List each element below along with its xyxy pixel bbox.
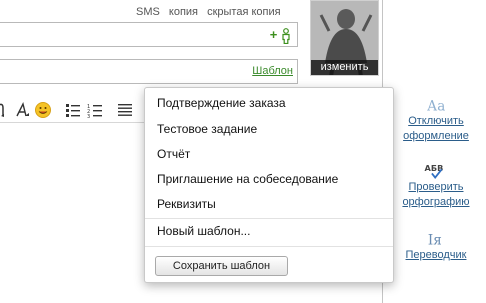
formatting-toolbar: 1 2 3 xyxy=(0,98,150,122)
template-item[interactable]: Подтверждение заказа xyxy=(145,91,393,115)
avatar[interactable]: изменить xyxy=(310,0,379,76)
recipient-options: SMS копия скрытая копия xyxy=(136,6,296,18)
plus-icon: + xyxy=(269,27,278,42)
template-link[interactable]: Шаблон xyxy=(252,65,293,77)
text-format-icon[interactable] xyxy=(0,101,15,119)
menu-divider xyxy=(145,246,393,247)
translator-label[interactable]: Переводчик xyxy=(390,248,482,263)
template-item[interactable]: Реквизиты xyxy=(145,192,393,216)
template-item[interactable]: Отчёт xyxy=(145,142,393,166)
svg-text:3: 3 xyxy=(87,114,90,119)
formatting-icon: Аа xyxy=(427,98,445,114)
disable-formatting-label[interactable]: Отключить оформление xyxy=(390,114,482,144)
align-icon[interactable] xyxy=(116,101,134,119)
subject-field[interactable]: Шаблон xyxy=(0,59,298,84)
translator-icon: Iя xyxy=(428,232,442,248)
disable-formatting-button[interactable]: Аа Отключить оформление xyxy=(390,96,482,144)
bulleted-list-icon[interactable] xyxy=(64,101,82,119)
spellcheck-label[interactable]: Проверить орфографию xyxy=(390,180,482,210)
svg-text:Iя: Iя xyxy=(428,232,442,248)
numbered-list-icon[interactable]: 1 2 3 xyxy=(86,101,104,119)
save-template-button[interactable]: Сохранить шаблон xyxy=(155,256,288,276)
svg-text:Аа: Аа xyxy=(427,98,445,114)
hidden-copy-link[interactable]: скрытая копия xyxy=(207,6,281,18)
person-icon xyxy=(282,27,290,44)
font-style-icon[interactable] xyxy=(14,101,32,119)
emoticon-icon[interactable] xyxy=(34,101,52,119)
new-template-item[interactable]: Новый шаблон... xyxy=(145,219,393,243)
template-item[interactable]: Тестовое задание xyxy=(145,117,393,141)
translator-button[interactable]: Iя Переводчик xyxy=(390,230,482,263)
spellcheck-button[interactable]: АБВ Проверить орфографию xyxy=(390,162,482,210)
template-menu: Подтверждение заказа Тестовое задание От… xyxy=(144,87,394,283)
copy-link[interactable]: копия xyxy=(169,6,198,18)
sms-link[interactable]: SMS xyxy=(136,6,160,18)
spellcheck-icon: АБВ xyxy=(425,163,443,179)
avatar-change-button[interactable]: изменить xyxy=(311,60,378,75)
to-field[interactable]: + xyxy=(0,22,298,47)
add-contact-button[interactable]: + xyxy=(270,27,291,44)
template-item[interactable]: Приглашение на собеседование xyxy=(145,167,393,191)
